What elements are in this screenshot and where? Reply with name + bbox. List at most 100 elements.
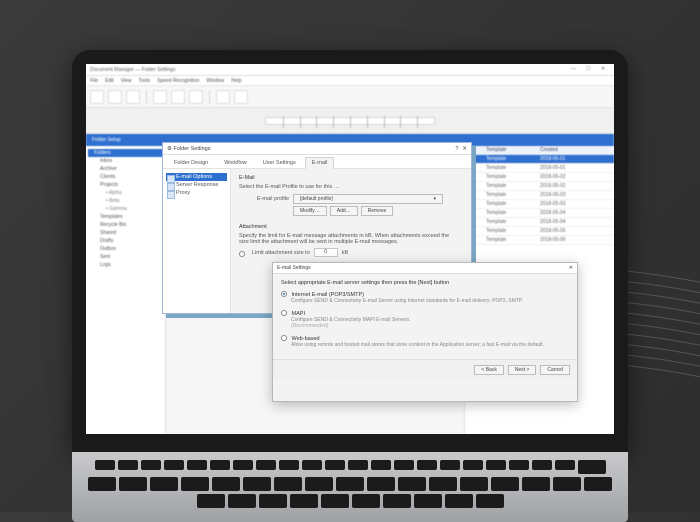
menu-help[interactable]: Help <box>231 78 241 84</box>
cell <box>577 227 614 235</box>
tool-redo-icon[interactable] <box>234 90 248 104</box>
profile-dropdown[interactable]: [default profile] ▾ <box>293 194 443 204</box>
tab-email[interactable]: E-mail <box>305 157 335 169</box>
tree-item[interactable]: Inbox <box>88 157 163 165</box>
tree-item[interactable]: Clients <box>88 173 163 181</box>
col-extra[interactable] <box>577 146 614 154</box>
cell: 2018-05-01 <box>537 155 577 163</box>
gear-icon: ⚙ <box>167 146 172 152</box>
tool-cut-icon[interactable] <box>153 90 167 104</box>
cell: Template <box>483 200 537 208</box>
tree-item[interactable]: Outbox <box>88 245 163 253</box>
tree-item[interactable]: Recycle Bin <box>88 221 163 229</box>
tree-item[interactable]: • Beta <box>88 197 163 205</box>
menu-file[interactable]: File <box>90 78 98 84</box>
dialog-titlebar[interactable]: ⚙ Folder Settings ? ✕ <box>163 143 471 155</box>
active-tab-label: Folder Setup <box>92 137 121 143</box>
profile-value: [default profile] <box>300 196 333 202</box>
table-row[interactable]: 10Template2018-05-05 <box>465 236 614 245</box>
menu-window[interactable]: Window <box>206 78 224 84</box>
limit-radio[interactable] <box>239 251 245 257</box>
tab-folder-design[interactable]: Folder Design <box>167 157 215 168</box>
table-row[interactable]: 8Template2018-05-04 <box>465 218 614 227</box>
close-icon[interactable]: ✕ <box>462 146 467 152</box>
limit-input[interactable]: 0 <box>314 248 338 257</box>
ruler-area <box>86 108 614 134</box>
option-note: (Recommended) <box>291 323 569 329</box>
sidebar-item-proxy[interactable]: Proxy <box>166 189 227 197</box>
tree-item[interactable]: Shared <box>88 229 163 237</box>
menu-view[interactable]: View <box>121 78 132 84</box>
sidebar-item-server-response[interactable]: Server Response <box>166 181 227 189</box>
cell: Template <box>483 173 537 181</box>
tree-item[interactable]: Templates <box>88 213 163 221</box>
tool-save-icon[interactable] <box>126 90 140 104</box>
menu-tools[interactable]: Tools <box>138 78 150 84</box>
option-mapi[interactable]: MAPI Configure SEND & Connectivity MAPI … <box>281 309 569 329</box>
tool-open-icon[interactable] <box>108 90 122 104</box>
cell: 2018-05-03 <box>537 191 577 199</box>
table-row[interactable]: 3Template2018-05-02 <box>465 173 614 182</box>
table-row[interactable]: 4Template2018-05-02 <box>465 182 614 191</box>
cell: Template <box>483 155 537 163</box>
table-row[interactable]: 5Template2018-05-03 <box>465 191 614 200</box>
tool-undo-icon[interactable] <box>216 90 230 104</box>
tree-item[interactable]: • Gamma <box>88 205 163 213</box>
close-icon[interactable]: ✕ <box>601 66 610 73</box>
cell <box>577 200 614 208</box>
table-row[interactable]: 7Template2018-05-04 <box>465 209 614 218</box>
tool-new-icon[interactable] <box>90 90 104 104</box>
col-template[interactable]: Template <box>483 146 537 154</box>
table-row[interactable]: 6Template2018-05-03 <box>465 200 614 209</box>
cancel-button[interactable]: Cancel <box>540 365 570 375</box>
list-header: # Template Created <box>465 146 614 155</box>
limit-label: Limit attachment size to <box>252 250 310 256</box>
help-icon[interactable]: ? <box>455 146 458 152</box>
table-row[interactable]: 1Template2018-05-01 <box>465 155 614 164</box>
option-webbased[interactable]: Web-based Allow using remote and hosted … <box>281 334 569 348</box>
email-section: E-Mail <box>239 175 463 181</box>
option-pop3[interactable]: Internet E-mail (POP3/SMTP) Configure SE… <box>281 290 569 304</box>
dialog-sidebar: E-mail Options Server Response Proxy <box>163 169 231 313</box>
menubar: File Edit View Tools Speed Recognition W… <box>86 76 614 86</box>
add-button[interactable]: Add… <box>330 206 358 216</box>
tree-item[interactable]: Archive <box>88 165 163 173</box>
col-created[interactable]: Created <box>537 146 577 154</box>
menu-speech[interactable]: Speed Recognition <box>157 78 199 84</box>
cell: 2018-05-02 <box>537 182 577 190</box>
cell: Template <box>483 236 537 244</box>
radio-icon[interactable] <box>281 335 287 341</box>
radio-icon[interactable] <box>281 310 287 316</box>
tree-item[interactable]: Drafts <box>88 237 163 245</box>
tree-root[interactable]: Folders <box>88 149 163 157</box>
maximize-icon[interactable]: ☐ <box>586 66 595 73</box>
minimize-icon[interactable]: — <box>571 66 580 73</box>
tool-paste-icon[interactable] <box>189 90 203 104</box>
ruler[interactable] <box>265 117 435 125</box>
radio-icon[interactable] <box>281 291 287 297</box>
menu-edit[interactable]: Edit <box>105 78 114 84</box>
back-button[interactable]: < Back <box>474 365 503 375</box>
email-wizard-dialog: E-mail Settings ✕ Select appropriate E-m… <box>272 262 578 402</box>
option-sub: Configure SEND & Connectivity E-mail Ser… <box>291 298 569 304</box>
tab-workflow[interactable]: Workflow <box>217 157 254 168</box>
tree-item[interactable]: Projects <box>88 181 163 189</box>
laptop-bezel: Document Manager — Folder Settings — ☐ ✕… <box>72 50 628 452</box>
wizard-titlebar[interactable]: E-mail Settings ✕ <box>273 263 577 274</box>
folder-tree[interactable]: Folders Inbox Archive Clients Projects •… <box>86 146 166 434</box>
table-row[interactable]: 2Template2018-05-01 <box>465 164 614 173</box>
tree-item[interactable]: • Alpha <box>88 189 163 197</box>
tab-user-settings[interactable]: User Settings <box>256 157 303 168</box>
sidebar-item-email-options[interactable]: E-mail Options <box>166 173 227 181</box>
tool-copy-icon[interactable] <box>171 90 185 104</box>
toolbar <box>86 86 614 108</box>
remove-button[interactable]: Remove <box>361 206 394 216</box>
table-row[interactable]: 9Template2018-05-05 <box>465 227 614 236</box>
laptop-frame: Document Manager — Folder Settings — ☐ ✕… <box>72 50 628 522</box>
modify-button[interactable]: Modify… <box>293 206 327 216</box>
profile-label: E-mail profile <box>239 196 289 202</box>
next-button[interactable]: Next > <box>508 365 537 375</box>
tree-item[interactable]: Logs <box>88 261 163 269</box>
tree-item[interactable]: Sent <box>88 253 163 261</box>
close-icon[interactable]: ✕ <box>569 265 573 271</box>
